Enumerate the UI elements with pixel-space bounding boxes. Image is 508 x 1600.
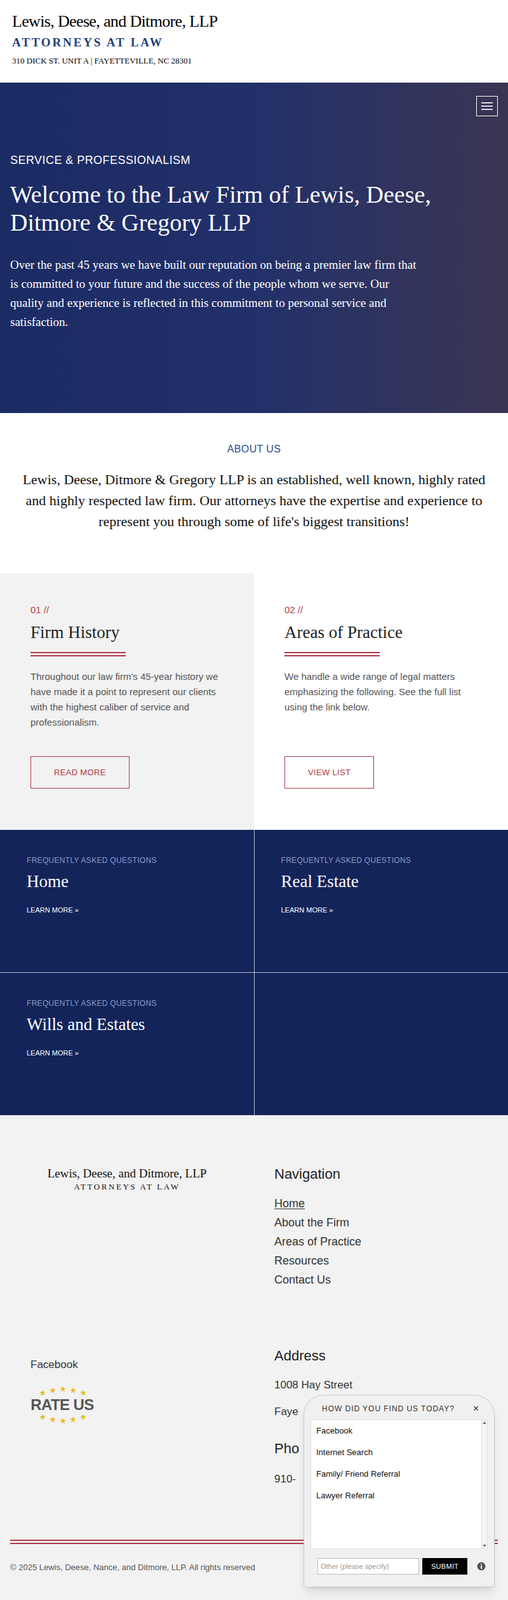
site-footer: Lewis, Deese, and Ditmore, LLP ATTORNEYS… — [0, 1114, 508, 1599]
card-title: Areas of Practice — [284, 621, 478, 643]
card-button[interactable]: VIEW LIST — [284, 755, 375, 789]
nav-link[interactable]: Resources — [274, 1250, 329, 1270]
info-cards: 01 // Firm History Throughout our law firm… — [0, 572, 508, 830]
nav-link[interactable]: Home — [274, 1193, 305, 1213]
info-icon[interactable] — [476, 1560, 486, 1570]
card-number: 01 // — [30, 603, 224, 616]
footer-logo[interactable]: Lewis, Deese, and Ditmore, LLP ATTORNEYS… — [0, 1165, 254, 1289]
info-card: 02 // Areas of Practice We handle a wide r… — [254, 572, 508, 830]
scroll-up-icon[interactable] — [482, 1420, 487, 1424]
divider-line — [30, 654, 126, 656]
card-button[interactable]: READ MORE — [30, 755, 130, 789]
facebook-link[interactable]: Facebook — [30, 1356, 254, 1371]
card-divider — [30, 651, 126, 656]
stars-bottom-icon — [30, 1412, 94, 1424]
nav-link[interactable]: About the Firm — [274, 1212, 350, 1232]
card-body: We handle a wide range of legal matters … — [284, 668, 475, 715]
submit-button[interactable]: SUBMIT — [422, 1557, 468, 1574]
faq-tile[interactable]: FREQUENTLY ASKED QUESTIONS Home LEARN MORE… — [0, 829, 254, 972]
footer-logo-tagline: ATTORNEYS AT LAW — [73, 1180, 180, 1192]
address-line: 1008 Hay Street — [274, 1377, 508, 1392]
nav-title: Navigation — [274, 1165, 508, 1182]
rate-us-badge[interactable]: RATE US — [30, 1384, 94, 1424]
popup-option[interactable]: Family/ Friend Referral — [311, 1462, 480, 1484]
menu-button[interactable] — [476, 95, 498, 117]
nav-link[interactable]: Areas of Practice — [274, 1231, 362, 1251]
footer-logo-name: Lewis, Deese, and Ditmore, LLP — [47, 1165, 208, 1181]
hero-eyebrow: SERVICE & PROFESSIONALISM — [10, 152, 508, 168]
tile-title: Home — [26, 869, 254, 892]
hero-body: Over the past 45 years we have built our… — [10, 255, 417, 332]
nav-link[interactable]: Contact Us — [274, 1269, 331, 1289]
scroll-down-icon[interactable] — [482, 1543, 487, 1547]
divider-line — [30, 651, 126, 653]
tile-link[interactable]: LEARN MORE » — [281, 904, 508, 915]
hero-title: Welcome to the Law Firm of Lewis, Deese,… — [10, 180, 468, 237]
firm-tagline: ATTORNEYS AT LAW — [12, 34, 496, 51]
hamburger-icon — [481, 101, 493, 111]
other-input[interactable] — [317, 1557, 420, 1574]
firm-name[interactable]: Lewis, Deese, and Ditmore, LLP — [12, 11, 496, 32]
tile-eyebrow: FREQUENTLY ASKED QUESTIONS — [26, 997, 254, 1008]
scrollbar[interactable] — [481, 1419, 488, 1548]
divider-line — [284, 651, 380, 653]
faq-tiles: FREQUENTLY ASKED QUESTIONS Home LEARN MORE… — [0, 829, 508, 1115]
popup-option[interactable]: Facebook — [311, 1419, 480, 1441]
options-list: FacebookInternet SearchFamily/ Friend Re… — [310, 1418, 488, 1549]
tile-eyebrow: FREQUENTLY ASKED QUESTIONS — [281, 854, 508, 865]
card-title: Firm History — [30, 621, 224, 643]
card-number: 02 // — [284, 603, 478, 616]
info-card: 01 // Firm History Throughout our law firm… — [0, 572, 254, 830]
about-section: ABOUT US Lewis, Deese, Ditmore & Gregory… — [0, 412, 508, 573]
close-button[interactable]: × — [473, 1402, 479, 1414]
faq-tile[interactable]: FREQUENTLY ASKED QUESTIONS Wills and Esta… — [0, 972, 254, 1115]
rate-us-text: RATE US — [30, 1395, 94, 1413]
popup-option[interactable]: Internet Search — [311, 1440, 480, 1463]
tile-eyebrow: FREQUENTLY ASKED QUESTIONS — [26, 854, 254, 865]
tile-title: Real Estate — [281, 869, 508, 892]
popup-option[interactable]: Lawyer Referral — [311, 1483, 480, 1506]
popup-title: HOW DID YOU FIND US TODAY? — [310, 1402, 455, 1414]
stars-top-icon — [30, 1384, 94, 1396]
tile-link[interactable]: LEARN MORE » — [26, 1047, 254, 1058]
survey-popup: HOW DID YOU FIND US TODAY? × FacebookInt… — [303, 1393, 495, 1587]
tile-link[interactable]: LEARN MORE » — [26, 904, 254, 915]
empty-tile — [254, 972, 508, 1115]
card-action: READ MORE — [30, 755, 224, 789]
firm-address: 310 DICK ST. UNIT A | FAYETTEVILLE, NC 2… — [12, 54, 496, 68]
hero: SERVICE & PROFESSIONALISM Welcome to the… — [0, 82, 508, 413]
footer-nav: HomeAbout the FirmAreas of PracticeResou… — [274, 1193, 508, 1289]
card-action: VIEW LIST — [284, 755, 478, 789]
about-body: Lewis, Deese, Ditmore & Gregory LLP is a… — [22, 468, 486, 532]
divider-line — [284, 654, 380, 656]
address-title: Address — [274, 1346, 508, 1364]
card-body: Throughout our law firm's 45-year histor… — [30, 668, 221, 730]
about-label: ABOUT US — [227, 441, 282, 456]
tile-title: Wills and Estates — [26, 1012, 254, 1035]
card-divider — [284, 651, 380, 656]
faq-tile[interactable]: FREQUENTLY ASKED QUESTIONS Real Estate LEA… — [254, 829, 508, 972]
site-header: Lewis, Deese, and Ditmore, LLP ATTORNEYS… — [0, 0, 508, 83]
